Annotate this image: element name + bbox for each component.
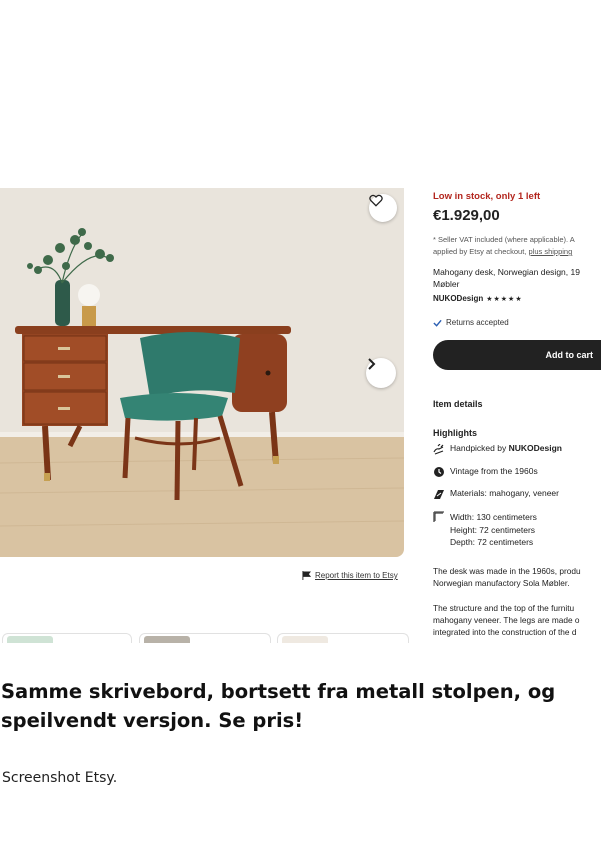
description-line-5: integrated into the construction of the … xyxy=(433,627,577,637)
description-line-4: mahogany veneer. The legs are made o xyxy=(433,615,580,625)
product-photo[interactable] xyxy=(0,188,404,557)
listing-title-line-1: Mahogany desk, Norwegian design, 19 xyxy=(433,267,580,277)
checkmark-icon xyxy=(433,319,442,327)
description-line-1: The desk was made in the 1960s, produ xyxy=(433,566,581,576)
listing-title-line-2: Møbler xyxy=(433,279,460,289)
item-details-heading[interactable]: Item details xyxy=(433,399,483,409)
depth-value: Depth: 72 centimeters xyxy=(450,537,534,547)
vat-note-line-2: applied by Etsy at checkout, plus shippi… xyxy=(433,247,572,256)
thumbnail-3[interactable] xyxy=(277,633,409,643)
rating-stars: ★★★★★ xyxy=(486,296,523,303)
vat-note-line-1: * Seller VAT included (where applicable)… xyxy=(433,235,575,244)
dimensions-list: Width: 130 centimeters Height: 72 centim… xyxy=(450,511,537,549)
desk-and-chair-image xyxy=(0,188,404,557)
flag-icon xyxy=(302,571,311,580)
vat-note-text: applied by Etsy at checkout, xyxy=(433,247,529,256)
shop-name-link[interactable]: NUKODesign xyxy=(433,294,483,303)
favorite-button[interactable] xyxy=(369,194,397,222)
returns-label: Returns accepted xyxy=(446,318,509,327)
chevron-right-icon xyxy=(368,358,376,370)
stock-notice: Low in stock, only 1 left xyxy=(433,191,541,202)
next-image-button[interactable] xyxy=(366,358,396,388)
thumbnail-1[interactable] xyxy=(2,633,132,643)
price: €1.929,00 xyxy=(433,207,500,224)
height-value: Height: 72 centimeters xyxy=(450,524,536,535)
thumbnail-strip xyxy=(0,633,410,643)
article-caption: Samme skrivebord, bortsett fra metall st… xyxy=(1,680,556,732)
description-line-3: The structure and the top of the furnitu xyxy=(433,603,575,613)
highlight-handpicked-text: Handpicked by NUKODesign xyxy=(450,443,562,453)
report-item-label[interactable]: Report this item to Etsy xyxy=(315,571,398,580)
width-value: Width: 130 centimeters xyxy=(450,512,537,522)
shop-row: NUKODesign ★★★★★ xyxy=(433,294,523,303)
thumbnail-2[interactable] xyxy=(139,633,271,643)
hand-icon xyxy=(433,443,445,455)
clock-icon xyxy=(433,466,445,478)
returns-policy: Returns accepted xyxy=(433,318,509,327)
highlight-materials-text: Materials: mahogany, veneer xyxy=(450,488,559,498)
highlight-materials: Materials: mahogany, veneer xyxy=(433,488,559,500)
image-credit: Screenshot Etsy. xyxy=(2,770,118,786)
highlights-heading: Highlights xyxy=(433,428,477,438)
ruler-icon xyxy=(433,511,445,523)
highlight-vintage: Vintage from the 1960s xyxy=(433,466,538,478)
highlight-dimensions: Width: 130 centimeters Height: 72 centim… xyxy=(433,511,537,549)
material-icon xyxy=(433,488,445,500)
heart-icon xyxy=(369,194,383,207)
highlight-handpicked: Handpicked by NUKODesign xyxy=(433,443,562,455)
description-line-2: Norwegian manufactory Sola Møbler. xyxy=(433,578,570,588)
etsy-screenshot: Report this item to Etsy Low in stock, o… xyxy=(0,188,601,643)
report-item-link[interactable]: Report this item to Etsy xyxy=(302,571,398,580)
shipping-link[interactable]: plus shipping xyxy=(528,247,572,256)
listing-info-panel: Low in stock, only 1 left €1.929,00 * Se… xyxy=(433,188,601,643)
highlight-vintage-text: Vintage from the 1960s xyxy=(450,466,538,476)
add-to-cart-button[interactable]: Add to cart xyxy=(433,340,601,370)
highlight-shop-name[interactable]: NUKODesign xyxy=(509,443,562,453)
